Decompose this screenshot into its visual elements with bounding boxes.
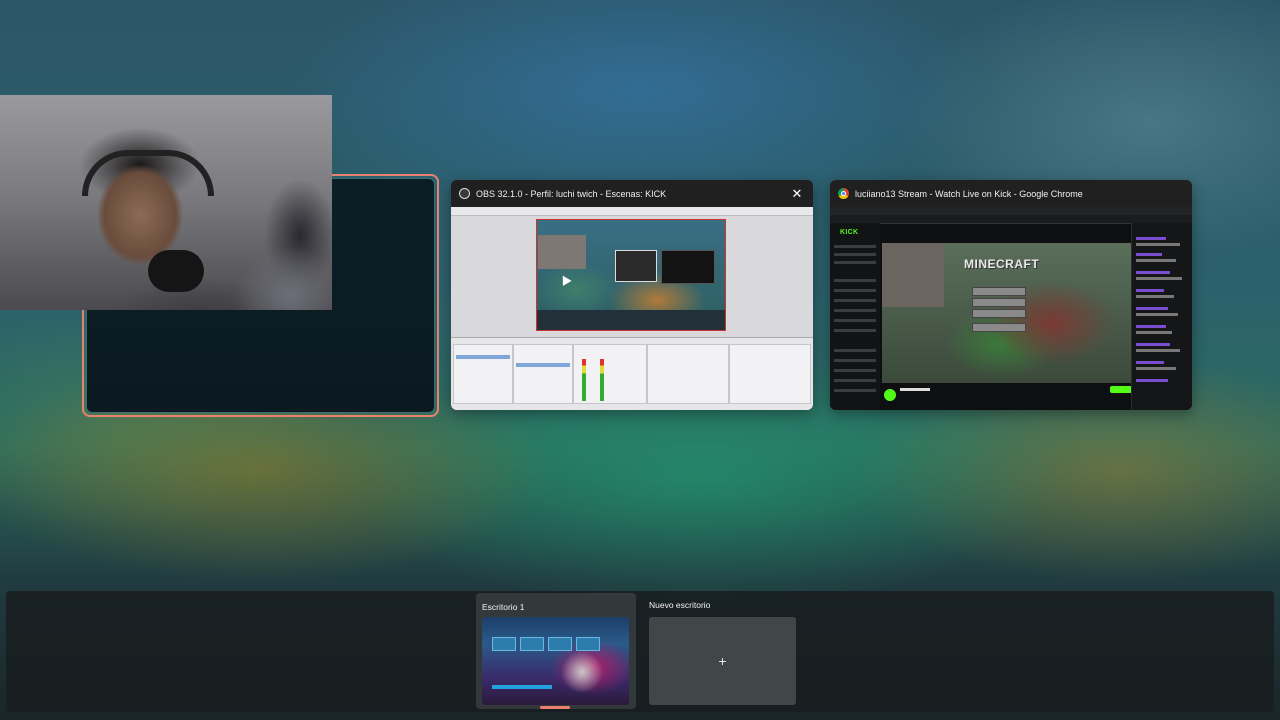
- minecraft-menu-button: [972, 309, 1026, 318]
- kick-sidebar-item: [834, 369, 876, 372]
- chat-message: [1136, 277, 1182, 280]
- avatar: [884, 389, 896, 401]
- kick-sidebar-item: [834, 379, 876, 382]
- chrome-tab-strip: [830, 207, 1192, 215]
- obs-preview-window: [615, 250, 657, 282]
- kick-sidebar-item: [834, 279, 876, 282]
- obs-preview-window: [661, 250, 715, 284]
- kick-sidebar-item: [834, 245, 876, 248]
- desktop-item-new[interactable]: Nuevo escritorio +: [643, 593, 803, 709]
- webcam-headphones: [82, 150, 214, 196]
- chat-message: [1136, 289, 1164, 292]
- kick-sidebar-item: [834, 253, 876, 256]
- chat-message: [1136, 361, 1164, 364]
- chat-message: [1136, 237, 1166, 240]
- webcam-microphone: [148, 250, 204, 292]
- chat-message: [1136, 367, 1176, 370]
- chrome-window-title: luciiano13 Stream - Watch Live on Kick -…: [855, 188, 1083, 199]
- obs-docks: [451, 337, 813, 410]
- kick-sidebar-item: [834, 329, 876, 332]
- new-desktop-button[interactable]: +: [649, 617, 796, 705]
- desktop-label: Nuevo escritorio: [649, 600, 711, 610]
- kick-sidebar-item: [834, 309, 876, 312]
- chat-message: [1136, 307, 1168, 310]
- kick-logo: KICK: [840, 229, 859, 236]
- kick-sidebar-item: [834, 289, 876, 292]
- obs-window-title: OBS 32.1.0 - Perfil: luchi twich - Escen…: [476, 188, 667, 199]
- streamer-name: [900, 388, 930, 391]
- thumbnail-card: [576, 637, 600, 651]
- chat-message: [1136, 253, 1162, 256]
- obs-preview-taskbar: [537, 310, 725, 330]
- chat-message: [1136, 331, 1172, 334]
- chrome-icon: [838, 188, 849, 199]
- thumbnail-card: [492, 637, 516, 651]
- kick-video-player: MINECRAFT: [882, 243, 1138, 383]
- chat-message: [1136, 313, 1178, 316]
- thumbnail-card: [520, 637, 544, 651]
- obs-controls-dock: [729, 344, 811, 404]
- plus-icon: +: [718, 653, 727, 669]
- chat-message: [1136, 379, 1168, 382]
- chat-message: [1136, 271, 1170, 274]
- audio-meter: [582, 359, 586, 401]
- chat-message: [1136, 259, 1176, 262]
- obs-icon: [459, 188, 470, 199]
- kick-sidebar-item: [834, 261, 876, 264]
- chat-message: [1136, 295, 1174, 298]
- obs-preview-webcam: [538, 235, 586, 269]
- minecraft-title: MINECRAFT: [964, 257, 1040, 271]
- webcam-overlay: [0, 95, 332, 310]
- obs-window-titlebar: OBS 32.1.0 - Perfil: luchi twich - Escen…: [451, 180, 813, 207]
- chat-message: [1136, 325, 1166, 328]
- obs-transitions-dock: [647, 344, 729, 404]
- active-desktop-indicator: [540, 706, 570, 709]
- desktop-thumbnail: [482, 617, 629, 705]
- chrome-window-titlebar: luciiano13 Stream - Watch Live on Kick -…: [830, 180, 1192, 207]
- kick-sidebar-item: [834, 319, 876, 322]
- audio-meter: [600, 359, 604, 401]
- kick-player-webcam: [882, 243, 944, 307]
- minecraft-menu-button: [972, 298, 1026, 307]
- desktop-label: Escritorio 1: [482, 602, 525, 612]
- kick-sidebar-item: [834, 349, 876, 352]
- chrome-window-thumbnail[interactable]: luciiano13 Stream - Watch Live on Kick -…: [830, 180, 1192, 410]
- obs-scene-selected: [456, 355, 510, 359]
- kick-sidebar: KICK: [830, 223, 880, 410]
- obs-menubar: [451, 207, 813, 216]
- chrome-window-content: KICK MINECRAFT: [830, 207, 1192, 410]
- obs-source-selected: [516, 363, 570, 367]
- obs-sources-dock: [513, 344, 573, 404]
- thumbnail-card: [548, 637, 572, 651]
- chat-message: [1136, 349, 1180, 352]
- minecraft-menu-button: [972, 323, 1026, 332]
- follow-button: [1110, 386, 1132, 393]
- thumbnail-progress: [492, 685, 552, 689]
- kick-chat: [1131, 223, 1192, 410]
- obs-scenes-dock: [453, 344, 513, 404]
- chat-message: [1136, 343, 1170, 346]
- kick-sidebar-item: [834, 389, 876, 392]
- kick-stream-info: [882, 385, 1138, 410]
- minecraft-menu-button: [972, 287, 1026, 296]
- close-icon[interactable]: ✕: [789, 186, 805, 202]
- virtual-desktops-bar: Escritorio 1 Nuevo escritorio +: [6, 591, 1274, 712]
- kick-sidebar-item: [834, 359, 876, 362]
- desktop-item-1[interactable]: Escritorio 1: [476, 593, 636, 709]
- kick-sidebar-item: [834, 299, 876, 302]
- obs-audio-mixer-dock: [573, 344, 647, 404]
- chat-message: [1136, 243, 1180, 246]
- obs-window-thumbnail[interactable]: OBS 32.1.0 - Perfil: luchi twich - Escen…: [451, 180, 813, 410]
- obs-window-content: [451, 207, 813, 410]
